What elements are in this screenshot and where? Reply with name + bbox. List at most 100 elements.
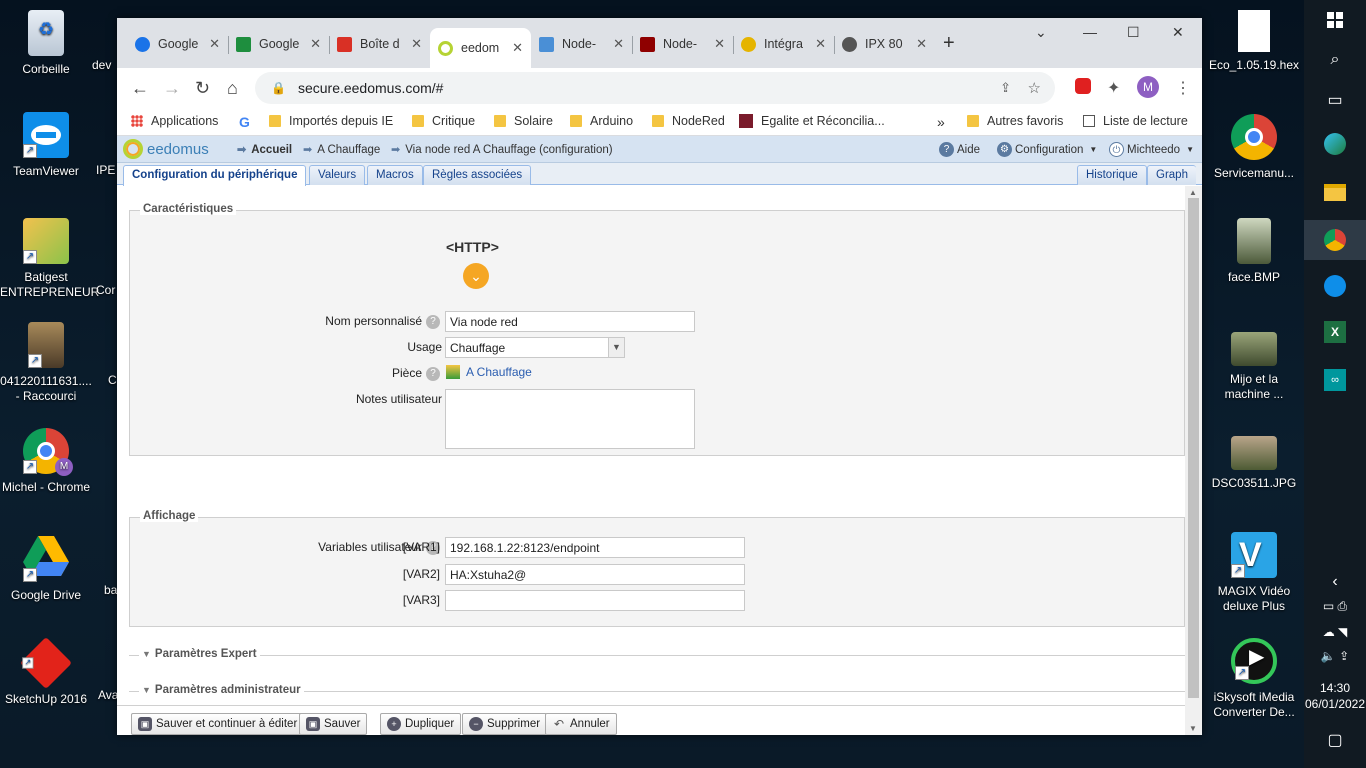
clock-time[interactable]: 14:30	[1304, 680, 1366, 696]
excel-icon[interactable]: X	[1304, 312, 1366, 352]
bookmarks-overflow[interactable]: »	[937, 114, 945, 130]
chevron-down-icon[interactable]: ▼	[608, 338, 624, 357]
file-explorer-icon[interactable]	[1304, 172, 1366, 212]
help-link[interactable]: ? Aide	[939, 142, 980, 157]
minimize-icon[interactable]: —	[1083, 24, 1097, 40]
adblock-icon[interactable]	[1075, 78, 1091, 94]
scroll-down-icon[interactable]: ▼	[1189, 724, 1197, 733]
breadcrumb-accueil[interactable]: ➡ Accueil	[237, 143, 292, 157]
close-icon[interactable]: ✕	[310, 36, 321, 52]
cancel-button[interactable]: ↶ Annuler	[545, 713, 617, 735]
address-bar[interactable]: 🔒 secure.eedomus.com/# ⇪ ☆	[255, 72, 1055, 104]
tab-gmail[interactable]: Boîte d ✕	[329, 28, 430, 60]
back-arrow-icon[interactable]: ←	[131, 78, 149, 99]
bookmark-solaire[interactable]: Solaire	[494, 114, 553, 128]
close-icon[interactable]: ✕	[714, 36, 725, 52]
clock-date[interactable]: 06/01/2022	[1304, 696, 1366, 712]
google-icon[interactable]: G	[239, 114, 250, 130]
volume-icon[interactable]: 🔈 ⇪	[1304, 636, 1366, 676]
close-icon[interactable]: ✕	[613, 36, 624, 52]
share-icon[interactable]: ⇪	[1000, 80, 1011, 96]
close-icon[interactable]: ✕	[209, 36, 220, 52]
tab-google-2[interactable]: Google ✕	[228, 28, 329, 60]
home-icon[interactable]: ⌂	[227, 78, 238, 99]
configuration-menu[interactable]: ⚙ Configuration ▼	[997, 142, 1097, 157]
section-parametres-expert[interactable]: ▼ Paramètres Expert	[129, 648, 1185, 660]
tab-node-red-2[interactable]: Node- ✕	[632, 28, 733, 60]
extensions-puzzle-icon[interactable]: ✦	[1107, 78, 1120, 98]
desktop-icon-google-drive[interactable]: ↗ Google Drive	[0, 536, 92, 603]
tab-integration[interactable]: Intégra ✕	[733, 28, 834, 60]
user-menu[interactable]: ⏻ Michteedo ▼	[1109, 142, 1194, 157]
tab-historique[interactable]: Historique	[1077, 165, 1147, 185]
content-scrollbar[interactable]: ▲ ▼	[1185, 186, 1202, 735]
var1-input[interactable]: 192.168.1.22:8123/endpoint	[445, 537, 745, 558]
tab-google-1[interactable]: Google ✕	[127, 28, 228, 60]
bookmark-liste-lecture[interactable]: Liste de lecture	[1083, 114, 1188, 128]
tab-valeurs[interactable]: Valeurs	[309, 165, 366, 185]
edge-icon[interactable]	[1304, 124, 1366, 164]
desktop-icon-dsc-jpg[interactable]: DSC03511.JPG	[1208, 436, 1300, 491]
start-windows-icon[interactable]	[1304, 0, 1366, 40]
device-type-dropdown-icon[interactable]: ⌄	[463, 263, 489, 289]
bookmark-arduino[interactable]: Arduino	[570, 114, 633, 128]
tab-regles[interactable]: Règles associées	[423, 165, 532, 185]
browser-menu-icon[interactable]: ⋮	[1175, 78, 1191, 98]
desktop-icon-michel-chrome[interactable]: M ↗ Michel - Chrome	[0, 428, 92, 495]
desktop-icon-hex-file[interactable]: Eco_1.05.19.hex	[1208, 10, 1300, 73]
tab-ipx800[interactable]: IPX 80 ✕	[834, 28, 935, 60]
close-icon[interactable]: ✕	[916, 36, 927, 52]
bookmark-nodered[interactable]: NodeRed	[652, 114, 725, 128]
tab-eedomus[interactable]: eedom ✕	[430, 28, 531, 68]
duplicate-button[interactable]: + Dupliquer	[380, 713, 462, 735]
close-icon[interactable]: ✕	[411, 36, 422, 52]
desktop-icon-iskysoft[interactable]: ▶ ↗ iSkysoft iMedia Converter De...	[1208, 638, 1300, 720]
var3-input[interactable]	[445, 590, 745, 611]
tab-graph[interactable]: Graph	[1147, 165, 1196, 185]
tab-configuration[interactable]: Configuration du périphérique	[123, 165, 307, 186]
tab-macros[interactable]: Macros	[367, 165, 423, 185]
chrome-taskbar-icon[interactable]	[1304, 220, 1366, 260]
tab-node-red-1[interactable]: Node- ✕	[531, 28, 632, 60]
bookmark-autres-favoris[interactable]: Autres favoris	[967, 114, 1063, 128]
task-view-icon[interactable]: ▭	[1304, 80, 1366, 120]
scroll-up-icon[interactable]: ▲	[1189, 188, 1197, 197]
notes-textarea[interactable]	[445, 389, 695, 449]
tab-search-chevron-icon[interactable]: ⌄	[1035, 24, 1047, 41]
eedomus-logo[interactable]: eedomus	[123, 139, 209, 159]
delete-button[interactable]: − Supprimer	[462, 713, 548, 735]
desktop-icon-teamviewer[interactable]: ↗ TeamViewer	[0, 112, 92, 179]
desktop-icon-mijo[interactable]: Mijo et la machine ...	[1208, 332, 1300, 402]
bookmark-star-icon[interactable]: ☆	[1028, 79, 1041, 97]
close-icon[interactable]: ✕	[512, 40, 523, 56]
scroll-thumb[interactable]	[1188, 198, 1199, 698]
desktop-icon-magix[interactable]: V ↗ MAGIX Vidéo deluxe Plus	[1208, 532, 1300, 614]
bookmark-applications[interactable]: Applications	[131, 114, 218, 128]
search-icon[interactable]: ⌕	[1304, 40, 1366, 80]
close-icon[interactable]: ✕	[815, 36, 826, 52]
notifications-icon[interactable]: ▢	[1304, 720, 1366, 760]
save-continue-button[interactable]: ▣ Sauver et continuer à éditer	[131, 713, 305, 735]
desktop-icon-face-bmp[interactable]: face.BMP	[1208, 218, 1300, 285]
bookmark-critique[interactable]: Critique	[412, 114, 475, 128]
teamviewer-taskbar-icon[interactable]	[1304, 266, 1366, 306]
help-icon[interactable]: ?	[426, 314, 440, 329]
profile-avatar[interactable]: M	[1137, 76, 1159, 98]
new-tab-button[interactable]: +	[943, 32, 955, 55]
close-window-icon[interactable]: ✕	[1172, 24, 1184, 41]
section-parametres-admin[interactable]: ▼ Paramètres administrateur	[129, 684, 1185, 696]
help-icon[interactable]: ?	[426, 366, 440, 381]
var2-input[interactable]: HA:Xstuha2@	[445, 564, 745, 585]
forward-arrow-icon[interactable]: →	[163, 78, 181, 99]
desktop-icon-corbeille[interactable]: ♻ Corbeille	[0, 10, 92, 77]
usage-select[interactable]: Chauffage ▼	[445, 337, 625, 358]
arduino-icon[interactable]: ∞	[1304, 360, 1366, 400]
desktop-icon-photo-shortcut[interactable]: ↗ 041220111631.... - Raccourci	[0, 322, 92, 404]
reload-icon[interactable]: ↻	[195, 78, 210, 99]
piece-link[interactable]: A Chauffage	[446, 365, 532, 379]
maximize-icon[interactable]: ☐	[1127, 24, 1140, 41]
desktop-icon-servicemanual[interactable]: Servicemanu...	[1208, 114, 1300, 181]
bookmark-egalite[interactable]: Egalite et Réconcilia...	[739, 114, 885, 128]
breadcrumb-chauffage[interactable]: ➡ A Chauffage	[303, 143, 380, 157]
nom-input[interactable]: Via node red	[445, 311, 695, 332]
